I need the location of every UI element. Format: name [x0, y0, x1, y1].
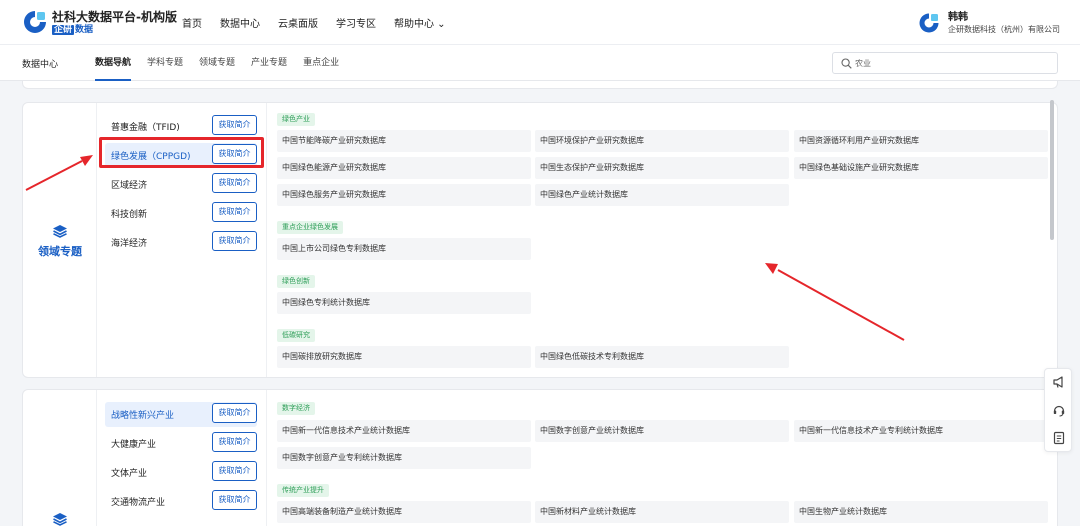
tab-key-enterprises[interactable]: 重点企业 [303, 45, 339, 81]
user-avatar[interactable] [918, 12, 940, 34]
get-intro-button[interactable]: 获取简介 [212, 231, 257, 251]
database-item[interactable]: 中国绿色能源产业研究数据库 [277, 157, 531, 179]
nav-data-center[interactable]: 数据中心 [220, 15, 260, 30]
database-list: 绿色产业 中国节能降碳产业研究数据库 中国环境保护产业研究数据库 中国资源循环利… [277, 103, 1049, 377]
database-item[interactable]: 中国数字创意产业专利统计数据库 [277, 447, 531, 469]
topic-label: 海洋经济 [111, 239, 148, 249]
group-tag: 绿色产业 [277, 113, 315, 126]
main-nav: 首页 数据中心 云桌面版 学习专区 帮助中心 ⌄ [182, 15, 446, 30]
headset-icon[interactable] [1052, 403, 1066, 417]
group-tag: 绿色创新 [277, 275, 315, 288]
previous-panel-edge [22, 81, 1058, 89]
user-organization: 企研数据科技（杭州）有限公司 [948, 25, 1060, 34]
nav-help-center[interactable]: 帮助中心 ⌄ [394, 15, 446, 30]
scrollbar[interactable] [1050, 100, 1054, 240]
topic-item[interactable]: 交通物流产业 获取简介 [105, 489, 257, 514]
tab-subject-topics[interactable]: 学科专题 [147, 45, 183, 81]
layers-icon [53, 513, 67, 526]
topic-item[interactable]: 普惠金融（TFID) 获取简介 [105, 114, 257, 139]
database-item[interactable]: 中国生态保护产业研究数据库 [535, 157, 789, 179]
database-item[interactable]: 中国数字创意产业统计数据库 [535, 420, 789, 442]
brand: 社科大数据平台-机构版 企研 数据 [52, 10, 177, 36]
platform-logo[interactable] [22, 9, 48, 35]
database-item[interactable]: 中国碳排放研究数据库 [277, 346, 531, 368]
group-tag: 低碳研究 [277, 329, 315, 342]
topic-label: 战略性新兴产业 [111, 411, 175, 421]
user-name: 韩韩 [948, 12, 968, 23]
category-label: 领域专题 [38, 245, 82, 258]
search-input[interactable] [855, 56, 1045, 70]
industry-panel: 战略性新兴产业 获取简介 大健康产业 获取简介 文体产业 获取简介 交通物流产业… [22, 389, 1058, 526]
get-intro-button[interactable]: 获取简介 [212, 490, 257, 510]
megaphone-icon[interactable] [1052, 375, 1066, 389]
nav-learning-zone[interactable]: 学习专区 [336, 15, 376, 30]
tab-data-navigation[interactable]: 数据导航 [95, 45, 132, 81]
topic-label: 交通物流产业 [111, 498, 166, 508]
get-intro-button[interactable]: 获取简介 [212, 461, 257, 481]
topic-item[interactable]: 区域经济 获取简介 [105, 172, 257, 197]
topic-item[interactable]: 大健康产业 获取简介 [105, 431, 257, 456]
topic-label: 区域经济 [111, 181, 148, 191]
database-item[interactable]: 中国新一代信息技术产业专利统计数据库 [794, 420, 1048, 442]
nav-home[interactable]: 首页 [182, 15, 202, 30]
tab-domain-topics[interactable]: 领域专题 [199, 45, 235, 81]
search-box[interactable] [832, 52, 1058, 74]
topic-label: 普惠金融（TFID) [111, 123, 180, 133]
search-icon [841, 58, 852, 69]
breadcrumb: 数据中心 [22, 60, 59, 70]
brand-title: 社科大数据平台-机构版 [52, 10, 177, 24]
database-item[interactable]: 中国绿色服务产业研究数据库 [277, 184, 531, 206]
database-item[interactable]: 中国绿色专利统计数据库 [277, 292, 531, 314]
topic-item-active[interactable]: 战略性新兴产业 获取简介 [105, 402, 257, 427]
sub-tabs: 数据导航 学科专题 领域专题 产业专题 重点企业 [95, 45, 339, 81]
database-item[interactable]: 中国生物产业统计数据库 [794, 501, 1048, 523]
topic-label: 大健康产业 [111, 440, 157, 450]
side-toolbar [1044, 368, 1072, 452]
database-item[interactable]: 中国环境保护产业研究数据库 [535, 130, 789, 152]
highlight-box [99, 137, 264, 168]
get-intro-button[interactable]: 获取简介 [212, 432, 257, 452]
database-item[interactable]: 中国绿色基础设施产业研究数据库 [794, 157, 1048, 179]
top-header: 社科大数据平台-机构版 企研 数据 首页 数据中心 云桌面版 学习专区 帮助中心 … [0, 0, 1080, 45]
layers-icon [53, 225, 67, 238]
tab-industry-topics[interactable]: 产业专题 [251, 45, 287, 81]
group-tag: 数字经济 [277, 402, 315, 415]
brand-subtitle: 企研 数据 [52, 25, 177, 36]
get-intro-button[interactable]: 获取简介 [212, 115, 257, 135]
group-tag: 重点企业绿色发展 [277, 221, 343, 234]
database-item[interactable]: 中国绿色低碳技术专利数据库 [535, 346, 789, 368]
get-intro-button[interactable]: 获取简介 [212, 403, 257, 423]
database-item[interactable]: 中国绿色产业统计数据库 [535, 184, 789, 206]
get-intro-button[interactable]: 获取简介 [212, 202, 257, 222]
get-intro-button[interactable]: 获取简介 [212, 173, 257, 193]
database-item[interactable]: 中国高端装备制造产业统计数据库 [277, 501, 531, 523]
brand-tag: 企研 [52, 25, 75, 35]
user-info[interactable]: 韩韩 企研数据科技（杭州）有限公司 [948, 12, 1060, 36]
topic-item[interactable]: 海洋经济 获取简介 [105, 230, 257, 255]
topic-label: 文体产业 [111, 469, 148, 479]
nav-cloud-desktop[interactable]: 云桌面版 [278, 15, 318, 30]
group-tag: 传统产业提升 [277, 484, 329, 497]
database-item[interactable]: 中国新一代信息技术产业统计数据库 [277, 420, 531, 442]
topic-list: 战略性新兴产业 获取简介 大健康产业 获取简介 文体产业 获取简介 交通物流产业… [97, 390, 267, 526]
topic-item[interactable]: 科技创新 获取简介 [105, 201, 257, 226]
topic-item[interactable]: 文体产业 获取简介 [105, 460, 257, 485]
database-list: 数字经济 中国新一代信息技术产业统计数据库 中国数字创意产业统计数据库 中国新一… [277, 390, 1049, 526]
database-item[interactable]: 中国节能降碳产业研究数据库 [277, 130, 531, 152]
topic-label: 科技创新 [111, 210, 148, 220]
database-item[interactable]: 中国新材料产业统计数据库 [535, 501, 789, 523]
document-icon[interactable] [1052, 431, 1066, 445]
category-column [23, 390, 97, 526]
database-item[interactable]: 中国上市公司绿色专利数据库 [277, 238, 531, 260]
sub-navigation-bar: 数据中心 数据导航 学科专题 领域专题 产业专题 重点企业 [0, 45, 1080, 81]
category-column: 领域专题 [23, 103, 97, 377]
brand-tag-suffix: 数据 [75, 25, 94, 35]
database-item[interactable]: 中国资源循环利用产业研究数据库 [794, 130, 1048, 152]
